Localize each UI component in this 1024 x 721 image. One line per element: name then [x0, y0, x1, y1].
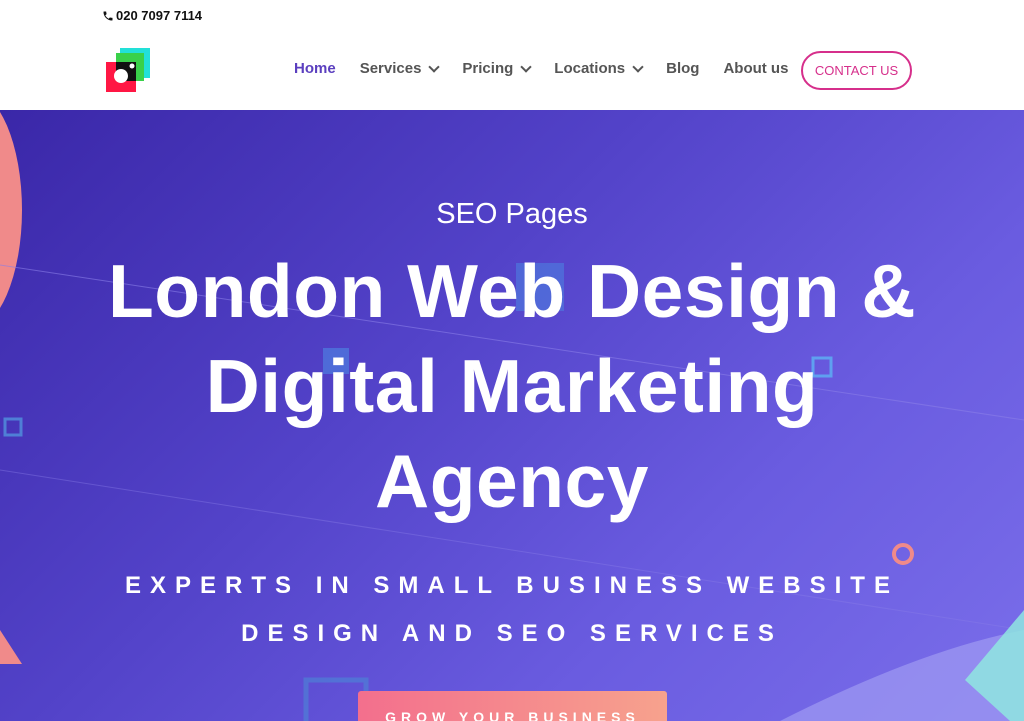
pink-ring: [892, 543, 914, 565]
top-bar: 020 7097 7114: [0, 0, 1024, 32]
chevron-down-icon: [520, 60, 532, 73]
nav-item-locations[interactable]: Locations: [554, 60, 644, 77]
nav-item-pricing[interactable]: Pricing: [462, 60, 532, 77]
nav-item-about[interactable]: About us: [723, 60, 788, 77]
nav-item-label: Services: [359, 60, 422, 77]
hero-headline: London Web Design & Digital Marketing Ag…: [100, 244, 924, 529]
contact-us-button[interactable]: CONTACT US: [801, 51, 912, 90]
hero-eyebrow: SEO Pages: [436, 198, 588, 230]
nav-item-label: About us: [723, 60, 789, 77]
outline-square: [303, 677, 369, 721]
outline-square: [3, 417, 23, 437]
subheading-line: DESIGN AND SEO SERVICES: [241, 620, 783, 647]
phone-number[interactable]: 020 7097 7114: [116, 8, 202, 23]
nav-item-label: Blog: [666, 60, 700, 77]
main-nav: Home Services Pricing Locations Blog Abo…: [294, 60, 812, 77]
grow-business-button[interactable]: GROW YOUR BUSINESS: [358, 691, 667, 721]
nav-item-home[interactable]: Home: [294, 60, 336, 77]
phone-link[interactable]: 020 7097 7114: [102, 8, 202, 23]
brand-logo[interactable]: [106, 48, 150, 92]
nav-item-label: Pricing: [462, 60, 514, 77]
chevron-down-icon: [428, 60, 441, 73]
headline-line: London Web Design &: [107, 249, 917, 333]
headline-line: Digital Marketing: [205, 344, 819, 428]
coral-triangle: [0, 630, 22, 664]
nav-item-label: Home: [294, 60, 336, 77]
hero-section: SEO Pages London Web Design & Digital Ma…: [0, 110, 1024, 721]
subheading-line: EXPERTS IN SMALL BUSINESS WEBSITE: [125, 572, 899, 599]
hero-subheading: EXPERTS IN SMALL BUSINESS WEBSITE DESIGN…: [110, 562, 914, 658]
brand-logo-icon: [106, 48, 150, 92]
nav-item-blog[interactable]: Blog: [666, 60, 699, 77]
nav-item-services[interactable]: Services: [359, 60, 441, 77]
headline-line: Agency: [375, 439, 649, 523]
site-header: Home Services Pricing Locations Blog Abo…: [0, 32, 1024, 110]
phone-icon: [103, 11, 113, 20]
nav-item-label: Locations: [554, 60, 626, 77]
chevron-down-icon: [632, 60, 644, 73]
